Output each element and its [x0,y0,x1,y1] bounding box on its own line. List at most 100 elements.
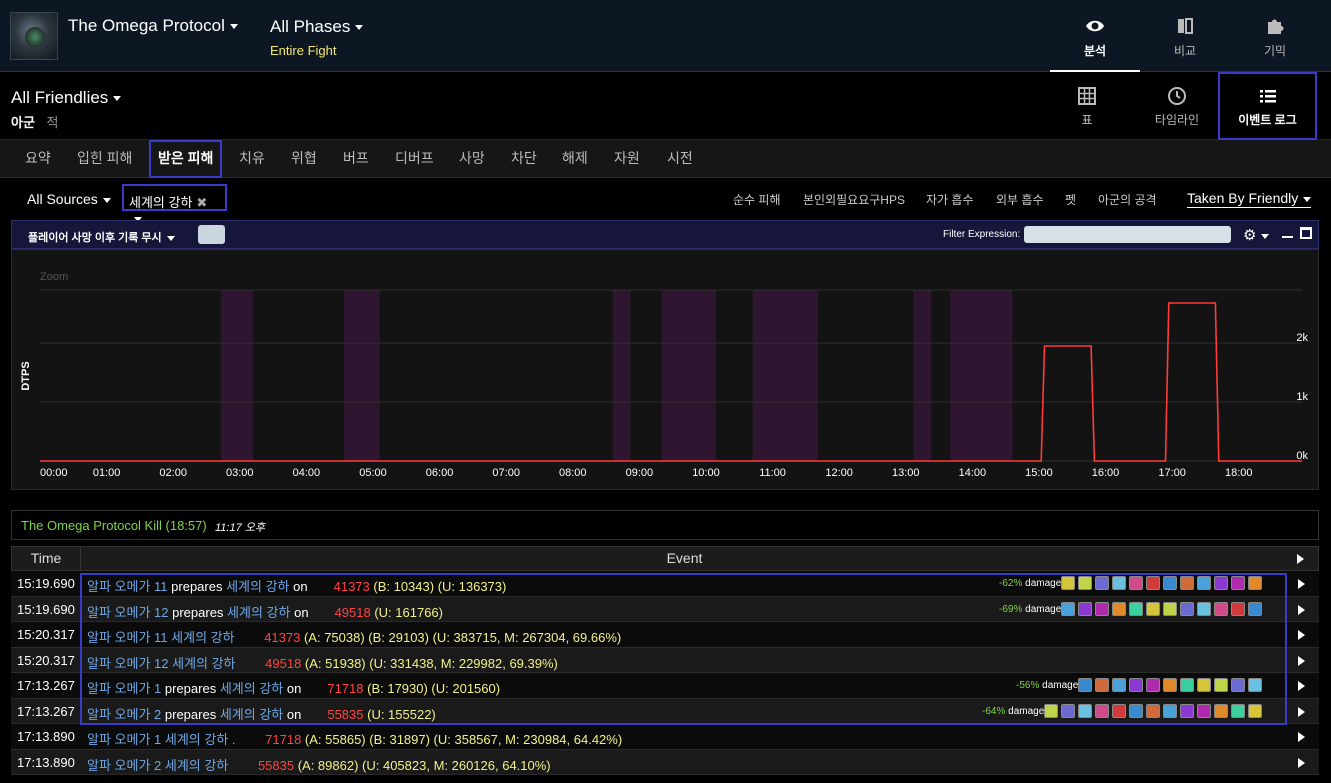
buff-icon[interactable] [1078,601,1092,616]
buff-icon[interactable] [1163,576,1177,590]
buff-icon[interactable] [1231,678,1245,692]
header-time[interactable]: Time [12,547,81,570]
event-source[interactable]: 알파 오메가 11 [87,579,168,594]
filter-expression-input[interactable] [1024,226,1231,243]
buff-icon[interactable] [1197,601,1211,616]
buff-icon[interactable] [1214,576,1228,590]
buff-icon[interactable] [1248,576,1262,590]
tab-damage-done[interactable]: 입힌 피해 [69,140,140,178]
buff-icon[interactable] [1078,678,1092,692]
gear-icon[interactable]: ⚙ [1243,226,1270,244]
tab-healing[interactable]: 치유 [231,140,273,178]
tab-threat[interactable]: 위협 [283,140,325,178]
table-row[interactable]: 15:19.690 알파 오메가 12 prepares 세계의 강하 on 495… [11,596,1319,622]
filter-self-absorb[interactable]: 자가 흡수 [926,191,974,208]
event-ability[interactable]: 세계의 강하 [227,605,290,620]
buff-icon[interactable] [1129,601,1143,616]
tab-mechanics[interactable]: 기믹 [1230,0,1320,72]
buff-icon[interactable] [1197,576,1211,590]
buff-icon[interactable] [1112,703,1126,718]
buff-icon[interactable] [1129,703,1143,718]
sources-selector[interactable]: All Sources [27,191,111,207]
play-icon[interactable] [1298,630,1305,640]
tab-compare[interactable]: 비교 [1140,0,1230,72]
event-ability[interactable]: 세계의 강하 [220,681,283,696]
buff-icon[interactable] [1129,576,1143,590]
buff-icon[interactable] [1129,678,1143,692]
tab-interrupts[interactable]: 차단 [503,140,545,178]
event-ability[interactable]: 세계의 강하 [226,579,289,594]
event-ability[interactable]: 세계의 강하 [172,656,235,671]
buff-icon[interactable] [1180,601,1194,616]
buff-icon[interactable] [1214,678,1228,692]
header-event[interactable]: Event [81,547,1288,570]
event-ability[interactable]: 세계의 강하 . [165,732,236,747]
buff-icon[interactable] [1061,601,1075,616]
ignore-deaths-selector[interactable]: 플레이어 사망 이후 기록 무시 [28,229,175,245]
buff-icon[interactable] [1078,576,1092,590]
play-icon[interactable] [1298,655,1305,666]
event-source[interactable]: 알파 오메가 11 [87,630,168,645]
play-icon[interactable] [1298,681,1305,691]
table-row[interactable]: 17:13.890 알파 오메가 2 세계의 강하 55835 (A: 89862… [11,749,1319,775]
event-source[interactable]: 알파 오메가 12 [87,656,168,671]
table-row[interactable]: 17:13.267 알파 오메가 1 prepares 세계의 강하 on 7171… [11,673,1319,699]
tab-dispels[interactable]: 해제 [554,140,596,178]
buff-icon[interactable] [1248,601,1262,616]
buff-icon[interactable] [1095,703,1109,718]
buff-icon[interactable] [1044,703,1058,718]
buff-icon[interactable] [1231,601,1245,616]
event-ability[interactable]: 세계의 강하 [220,707,283,722]
filter-friendly-fire[interactable]: 아군의 공격 [1098,191,1157,208]
buff-icon[interactable] [1231,703,1245,718]
buff-icon[interactable] [1180,576,1194,590]
play-icon[interactable] [1298,604,1305,615]
buff-icon[interactable] [1231,576,1245,590]
dtps-chart[interactable]: Zoom DTPS 0k 1k 2k 00:00 01:00 02:00 03:00 04:00 0… [11,249,1319,490]
buff-icon[interactable] [1163,601,1177,616]
buff-icon[interactable] [1163,678,1177,692]
fight-kill-name[interactable]: The Omega Protocol Kill (18:57) [21,518,207,533]
filter-raw-damage[interactable]: 순수 피해 [733,191,781,208]
buff-icon[interactable] [1146,576,1160,590]
table-row[interactable]: 17:13.890 알파 오메가 1 세계의 강하 . 71718 (A: 558… [11,724,1319,750]
buff-icon[interactable] [1112,601,1126,616]
play-icon[interactable] [1298,757,1305,768]
ability-filter[interactable]: 세계의 강하 ✖ [122,184,227,223]
event-source[interactable]: 알파 오메가 12 [87,605,168,620]
minimize-icon[interactable] [1282,236,1293,238]
ignore-deaths-toggle[interactable] [198,225,225,244]
view-event-log[interactable]: 이벤트 로그 [1218,72,1317,140]
buff-icon[interactable] [1214,601,1228,616]
play-icon[interactable] [1298,706,1305,717]
event-source[interactable]: 알파 오메가 1 [87,681,161,696]
buff-icon[interactable] [1248,678,1262,692]
fight-boss-icon[interactable] [10,12,58,60]
play-icon[interactable] [1298,732,1305,742]
taken-by-selector[interactable]: Taken By Friendly [1187,190,1312,208]
buff-icon[interactable] [1095,678,1109,692]
filter-hps[interactable]: 본인외필요요구HPS [803,191,905,208]
buff-icon[interactable] [1146,703,1160,718]
filter-external-absorb[interactable]: 외부 흡수 [996,191,1044,208]
filter-pets[interactable]: 펫 [1065,191,1076,208]
tab-summary[interactable]: 요약 [17,140,59,178]
buff-icon[interactable] [1180,703,1194,718]
close-icon[interactable]: ✖ [196,195,207,210]
table-row[interactable]: 15:20.317 알파 오메가 12 세계의 강하 49518 (A: 5193… [11,647,1319,673]
view-timeline[interactable]: 타임라인 [1136,72,1218,140]
buff-icon[interactable] [1095,576,1109,590]
buff-icon[interactable] [1180,678,1194,692]
table-row[interactable]: 15:19.690 알파 오메가 11 prepares 세계의 강하 on 413… [11,571,1319,597]
tab-buffs[interactable]: 버프 [335,140,377,178]
buff-icon[interactable] [1214,703,1228,718]
ally-tab[interactable]: 아군 [11,115,35,130]
event-ability[interactable]: 세계의 강하 [171,630,234,645]
fight-selector[interactable]: The Omega Protocol [68,16,238,36]
buff-icon[interactable] [1163,703,1177,718]
event-source[interactable]: 알파 오메가 2 [87,758,161,773]
table-row[interactable]: 17:13.267 알파 오메가 2 prepares 세계의 강하 on 5583… [11,698,1319,724]
event-ability[interactable]: 세계의 강하 [165,758,228,773]
buff-icon[interactable] [1112,678,1126,692]
view-table[interactable]: 표 [1048,72,1126,140]
